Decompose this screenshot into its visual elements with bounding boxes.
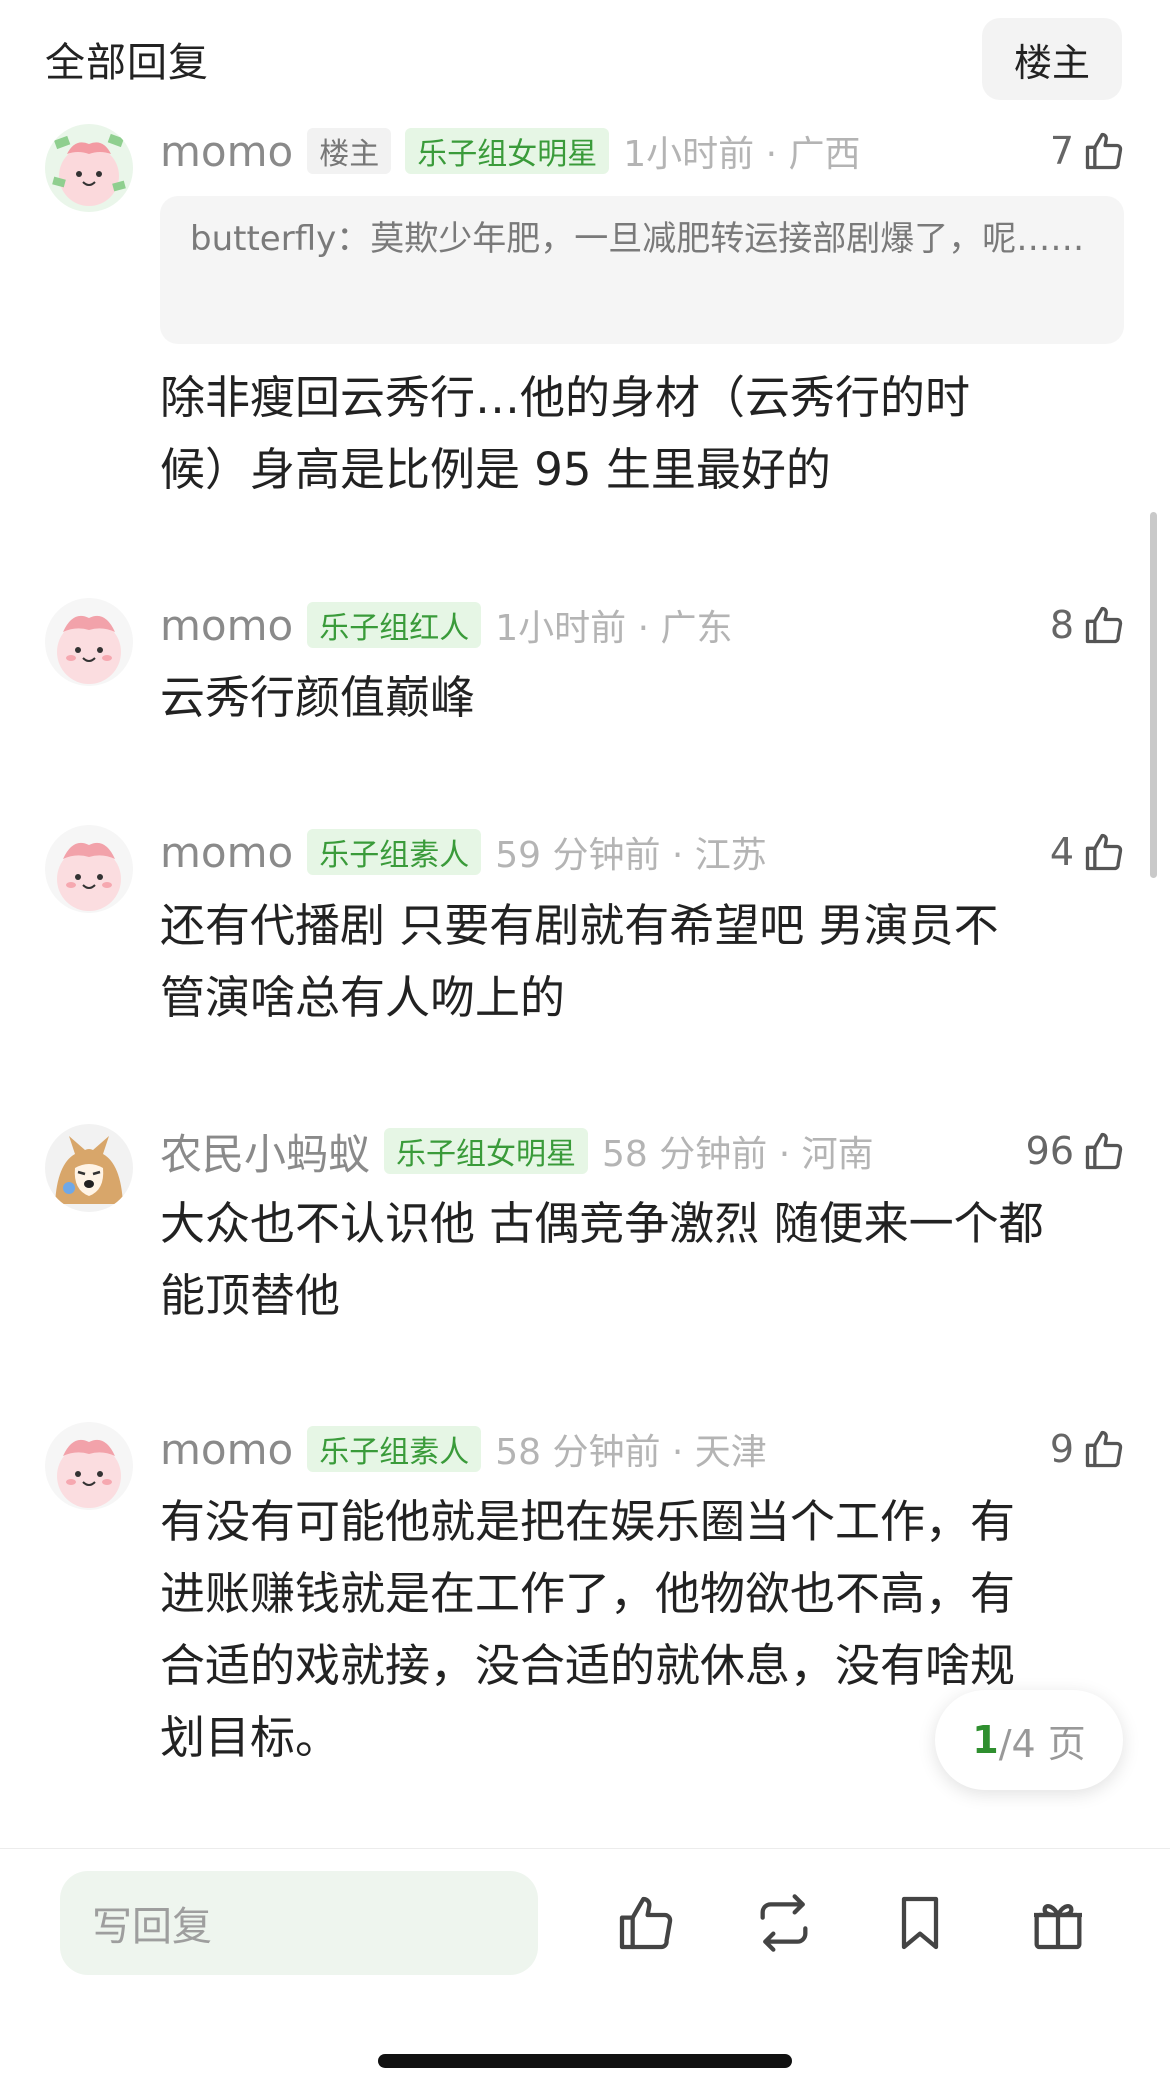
like-icon[interactable] — [610, 1887, 682, 1959]
op-badge: 楼主 — [307, 128, 392, 174]
comment-line: 候）身高是比例是 95 生里最好的 — [160, 443, 831, 496]
thumbs-up-icon — [1085, 833, 1123, 871]
timestamp-location: 58 分钟前 · 河南 — [602, 1134, 874, 1175]
reply-input[interactable]: 写回复 — [60, 1871, 538, 1975]
username[interactable]: 农民小蚂蚁 — [160, 1121, 370, 1182]
comment-meta: momo 楼主 乐子组女明星 1小时前 · 广西 — [160, 122, 860, 180]
group-badge: 乐子组素人 — [307, 1426, 482, 1472]
comment-body: 除非瘦回云秀行…他的身材（云秀行的时 候）身高是比例是 95 生里最好的 — [160, 362, 1120, 506]
avatar[interactable] — [45, 1124, 133, 1212]
like-button[interactable]: 9 — [1050, 1420, 1126, 1478]
thumbs-up-icon — [1085, 606, 1123, 644]
page-title: 全部回复 — [45, 40, 209, 86]
timestamp-location: 1小时前 · 广东 — [495, 608, 733, 649]
avatar[interactable] — [45, 1422, 133, 1510]
thumbs-up-icon — [1085, 1430, 1123, 1468]
comment-meta: 农民小蚂蚁 乐子组女明星 58 分钟前 · 河南 — [160, 1122, 874, 1180]
like-button[interactable]: 4 — [1050, 823, 1126, 881]
comment-body: 还有代播剧 只要有剧就有希望吧 男演员不 管演啥总有人吻上的 — [160, 890, 1120, 1034]
comment-meta: momo 乐子组红人 1小时前 · 广东 — [160, 596, 732, 654]
comment-line: 管演啥总有人吻上的 — [160, 971, 566, 1024]
group-badge: 乐子组女明星 — [384, 1128, 589, 1174]
repost-icon[interactable] — [748, 1887, 820, 1959]
gift-icon[interactable] — [1022, 1887, 1094, 1959]
group-badge: 乐子组素人 — [307, 829, 482, 875]
scrollbar[interactable] — [1150, 512, 1157, 878]
total-pages: /4 页 — [998, 1721, 1086, 1766]
like-count: 8 — [1049, 603, 1074, 647]
replies-header: 全部回复 楼主 — [0, 0, 1170, 118]
like-button[interactable]: 96 — [1026, 1122, 1126, 1180]
current-page: 1 — [972, 1718, 999, 1762]
comment-body: 云秀行颜值巅峰 — [160, 662, 1120, 734]
timestamp-location: 1小时前 · 广西 — [623, 134, 861, 175]
home-indicator[interactable] — [378, 2054, 792, 2068]
comment-line: 有没有可能他就是把在娱乐圈当个工作，有 — [160, 1495, 1016, 1548]
comment-line: 进账赚钱就是在工作了，他物欲也不高，有 — [160, 1567, 1016, 1620]
timestamp-location: 58 分钟前 · 天津 — [495, 1432, 767, 1473]
comment-body: 大众也不认识他 古偶竞争激烈 随便来一个都 能顶替他 — [160, 1188, 1120, 1332]
avatar[interactable] — [45, 124, 133, 212]
username[interactable]: momo — [160, 1425, 293, 1474]
quoted-reply[interactable]: butterfly：莫欺少年肥，一旦减肥转运接部剧爆了，呢…… — [160, 196, 1124, 344]
group-badge: 乐子组女明星 — [405, 128, 610, 174]
like-count: 9 — [1049, 1427, 1074, 1471]
like-button[interactable]: 8 — [1050, 596, 1126, 654]
username[interactable]: momo — [160, 601, 293, 650]
avatar[interactable] — [45, 598, 133, 686]
comment-line: 还有代播剧 只要有剧就有希望吧 男演员不 — [160, 899, 999, 952]
avatar[interactable] — [45, 825, 133, 913]
op-only-filter-button[interactable]: 楼主 — [982, 18, 1122, 100]
comment-line: 能顶替他 — [160, 1269, 341, 1322]
username[interactable]: momo — [160, 828, 293, 877]
username[interactable]: momo — [160, 127, 293, 176]
like-count: 7 — [1049, 129, 1074, 173]
like-button[interactable]: 7 — [1050, 122, 1126, 180]
thumbs-up-icon — [1085, 132, 1123, 170]
comment-line: 除非瘦回云秀行…他的身材（云秀行的时 — [160, 371, 971, 424]
like-count: 96 — [1025, 1129, 1074, 1173]
comment-meta: momo 乐子组素人 59 分钟前 · 江苏 — [160, 823, 767, 881]
timestamp-location: 59 分钟前 · 江苏 — [495, 835, 767, 876]
page-indicator[interactable]: 1 /4 页 — [935, 1690, 1123, 1790]
bookmark-icon[interactable] — [884, 1887, 956, 1959]
group-badge: 乐子组红人 — [307, 602, 482, 648]
comment-line: 大众也不认识他 古偶竞争激烈 随便来一个都 — [160, 1197, 1044, 1250]
like-count: 4 — [1049, 830, 1074, 874]
comment-line: 云秀行颜值巅峰 — [160, 671, 476, 724]
comment-meta: momo 乐子组素人 58 分钟前 · 天津 — [160, 1420, 767, 1478]
thumbs-up-icon — [1085, 1132, 1123, 1170]
